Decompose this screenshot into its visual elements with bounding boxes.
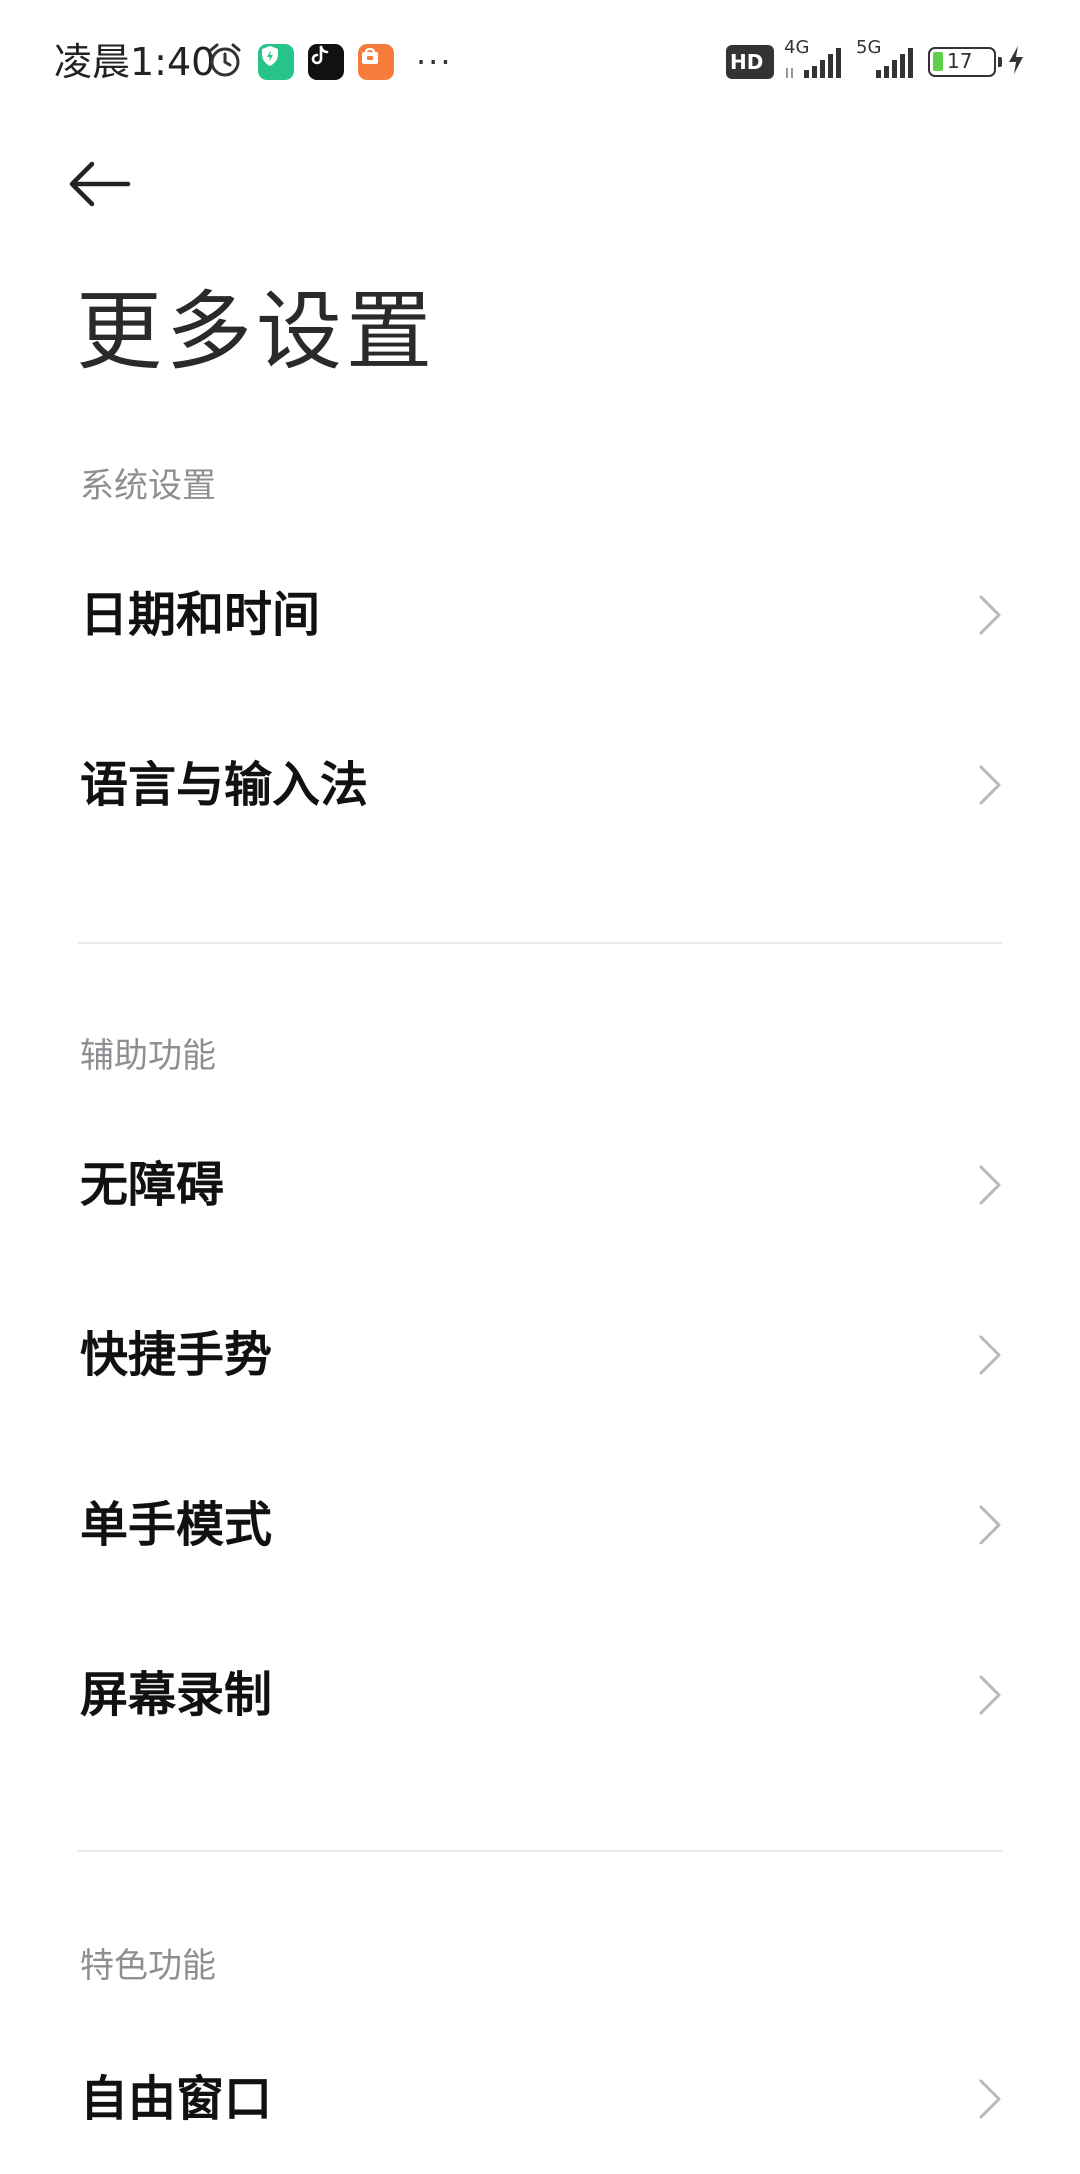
more-dots-icon: ···: [416, 43, 453, 81]
notification-icons: ···: [206, 40, 467, 84]
section-header-system: 系统设置: [80, 466, 216, 506]
list-item-label: 屏幕录制: [80, 1667, 273, 1723]
charging-icon: [1006, 44, 1026, 80]
security-app-icon: [258, 44, 294, 80]
list-item-label: 日期和时间: [80, 587, 321, 643]
signal-5g-icon: 5G: [856, 38, 918, 82]
chevron-right-icon: [979, 2079, 1001, 2119]
hd-voice-icon: HD: [726, 45, 774, 79]
hd-label: HD: [730, 50, 764, 74]
back-arrow-icon: [69, 161, 131, 207]
battery-cap: [998, 57, 1002, 67]
list-item-accessibility[interactable]: 无障碍: [0, 1110, 1080, 1260]
battery-icon: 17: [928, 47, 1002, 77]
page-title: 更多设置: [76, 282, 436, 382]
back-button[interactable]: [66, 148, 156, 220]
list-item-free-window[interactable]: 自由窗口: [0, 2024, 1080, 2174]
list-item-language-input[interactable]: 语言与输入法: [0, 710, 1080, 860]
system-status-icons: HD 4G 5G 17: [716, 38, 1026, 84]
battery-level: 17: [947, 49, 973, 73]
status-time: 凌晨1:40: [54, 40, 216, 84]
list-item-quick-gestures[interactable]: 快捷手势: [0, 1280, 1080, 1430]
chevron-right-icon: [979, 1505, 1001, 1545]
section-divider: [78, 1850, 1002, 1852]
chevron-right-icon: [979, 595, 1001, 635]
chevron-right-icon: [979, 1335, 1001, 1375]
mi-store-app-icon: [358, 44, 394, 80]
list-item-label: 快捷手势: [80, 1327, 273, 1383]
signal-4g-icon: 4G: [784, 38, 846, 82]
list-item-date-time[interactable]: 日期和时间: [0, 540, 1080, 690]
list-item-label: 无障碍: [80, 1157, 225, 1213]
section-header-special-features: 特色功能: [80, 1946, 216, 1986]
status-bar: 凌晨1:40 ··· HD 4G 5G 17: [0, 0, 1080, 128]
chevron-right-icon: [979, 1675, 1001, 1715]
list-item-label: 自由窗口: [80, 2071, 273, 2127]
list-item-screen-recorder[interactable]: 屏幕录制: [0, 1620, 1080, 1770]
section-header-accessibility: 辅助功能: [80, 1036, 216, 1076]
section-divider: [78, 942, 1002, 944]
chevron-right-icon: [979, 765, 1001, 805]
list-item-label: 语言与输入法: [80, 757, 369, 813]
chevron-right-icon: [979, 1165, 1001, 1205]
list-item-label: 单手模式: [80, 1497, 273, 1553]
list-item-one-handed-mode[interactable]: 单手模式: [0, 1450, 1080, 1600]
battery-fill: [933, 52, 943, 71]
tiktok-app-icon: [308, 44, 344, 80]
alarm-icon: [206, 41, 244, 83]
